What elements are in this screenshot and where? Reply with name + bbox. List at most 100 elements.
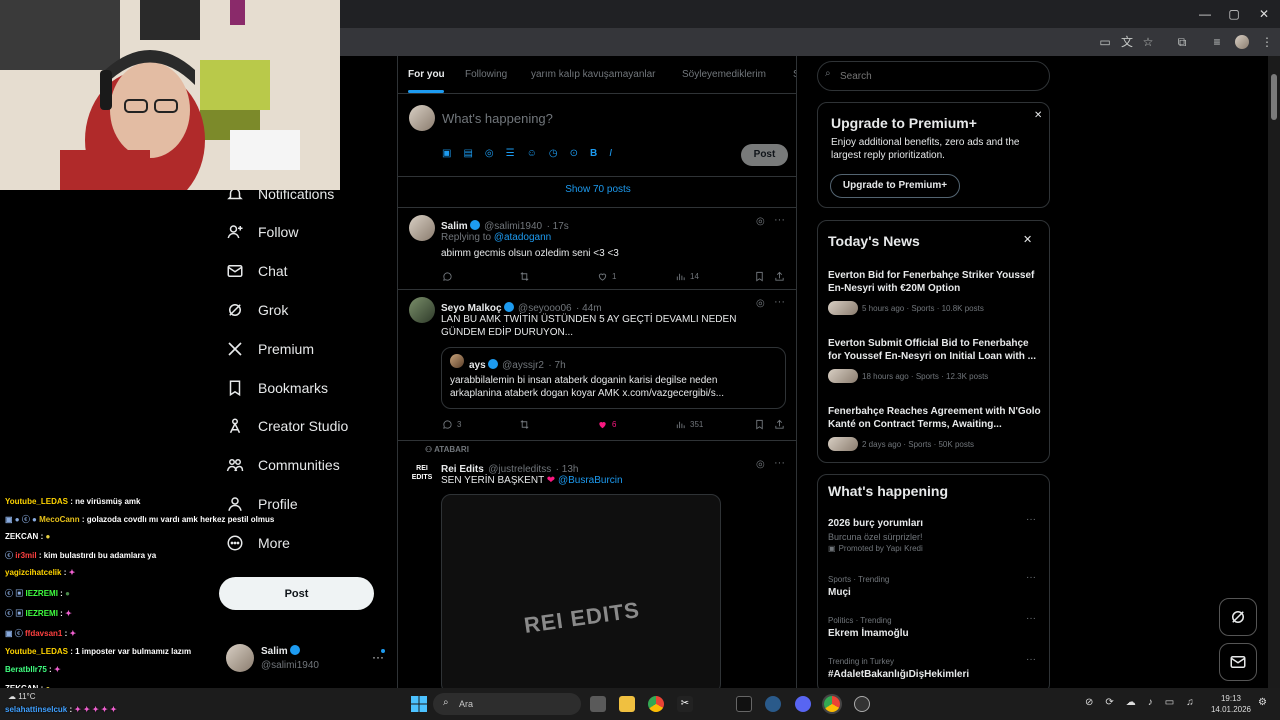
nav-follow[interactable]: Follow	[226, 217, 298, 247]
mention-link[interactable]: @BusraBurcin	[558, 475, 623, 486]
minimize-icon[interactable]: —	[1197, 6, 1213, 22]
tweet[interactable]: Seyo Malkoç @seyooo06 · 44m LAN BU AMK T…	[398, 290, 796, 440]
tab-following[interactable]: Following	[465, 69, 507, 80]
bold-icon[interactable]: B	[590, 148, 597, 159]
grok-analyze-icon[interactable]: ◎	[756, 216, 765, 227]
news-item[interactable]: Everton Submit Official Bid to Fenerbahç…	[828, 337, 1043, 383]
compose-post-button[interactable]: Post	[741, 144, 788, 166]
repost-button[interactable]	[519, 419, 530, 430]
schedule-icon[interactable]: ◷	[549, 148, 558, 159]
tab-for-you[interactable]: For you	[408, 69, 445, 80]
maximize-icon[interactable]: ▢	[1226, 6, 1242, 22]
close-icon[interactable]: ✕	[1034, 110, 1042, 121]
compose-input[interactable]: What's happening?	[442, 111, 553, 126]
messages-fab[interactable]	[1219, 643, 1257, 681]
weather-widget[interactable]: ☁ 11°C	[8, 692, 36, 701]
news-item[interactable]: Fenerbahçe Reaches Agreement with N'Golo…	[828, 405, 1043, 451]
profile-avatar-icon[interactable]	[1235, 35, 1249, 49]
settings-icon[interactable]	[854, 696, 870, 712]
more-icon[interactable]: ···	[1026, 572, 1036, 583]
scrollbar-thumb[interactable]	[1271, 74, 1277, 120]
cloud-icon[interactable]: ☁	[1126, 697, 1136, 708]
close-window-icon[interactable]: ✕	[1256, 6, 1272, 22]
windows-start-icon[interactable]	[411, 696, 427, 712]
post-button[interactable]: Post	[219, 577, 374, 610]
quote-tweet[interactable]: ays @ayssjr2 · 7h yarabbilalemin bi insa…	[441, 347, 786, 409]
menu-dots-icon[interactable]: ⋮	[1260, 35, 1274, 49]
notifications-icon[interactable]: ⚙	[1258, 697, 1267, 708]
gif-icon[interactable]: ▤	[463, 148, 472, 159]
page-scrollbar[interactable]	[1268, 56, 1280, 688]
grok-analyze-icon[interactable]: ◎	[756, 298, 765, 309]
tab-list-2[interactable]: Söyleyemediklerim	[682, 69, 766, 80]
volume-icon[interactable]: ♫	[1186, 697, 1194, 708]
location-icon[interactable]: ⊙	[570, 148, 578, 159]
bookmark-star-icon[interactable]: ☆	[1141, 35, 1155, 49]
reading-list-icon[interactable]: ≡	[1210, 35, 1224, 49]
like-button[interactable]: 6	[597, 419, 616, 430]
tab-list-1[interactable]: yarım kalıp kavuşamayanlar	[531, 69, 656, 80]
repost-button[interactable]	[519, 271, 530, 282]
trend-item[interactable]: Sports · Trending Muçi ···	[828, 572, 1043, 599]
task-view-icon[interactable]	[590, 696, 606, 712]
share-button[interactable]	[774, 419, 785, 430]
trend-item[interactable]: 2026 burç yorumları Burcuna özel sürpriz…	[828, 514, 1043, 553]
nav-bookmarks[interactable]: Bookmarks	[226, 373, 328, 403]
share-button[interactable]	[774, 271, 785, 282]
italic-icon[interactable]: I	[609, 148, 612, 159]
more-icon[interactable]: ···	[1026, 514, 1036, 525]
more-icon[interactable]: ···	[774, 214, 785, 226]
tab-list-3[interactable]: S	[793, 69, 796, 80]
bookmark-button[interactable]	[754, 419, 765, 430]
more-icon[interactable]: ···	[1026, 613, 1036, 624]
tweet[interactable]: Salim @salimi1940 · 17s Replying to @ata…	[398, 208, 796, 290]
file-explorer-icon[interactable]	[619, 696, 635, 712]
news-item[interactable]: Everton Bid for Fenerbahçe Striker Youss…	[828, 269, 1043, 315]
network-off-icon[interactable]: ⊘	[1085, 697, 1093, 708]
search-input[interactable]	[817, 61, 1050, 91]
display-icon[interactable]: ▭	[1165, 697, 1174, 708]
reply-button[interactable]: 3	[442, 419, 461, 430]
like-button[interactable]: 1	[597, 271, 616, 282]
obs-icon[interactable]	[736, 696, 752, 712]
taskbar-search[interactable]: Ara	[433, 693, 581, 715]
views-button[interactable]: 14	[675, 271, 699, 282]
nav-creator-studio[interactable]: Creator Studio	[226, 411, 348, 441]
nav-grok[interactable]: Grok	[226, 295, 288, 325]
nav-communities[interactable]: Communities	[226, 450, 340, 480]
tweet-media[interactable]: REI EDITS	[441, 494, 721, 688]
more-icon[interactable]: ···	[1026, 654, 1036, 665]
chrome-active-icon[interactable]	[824, 696, 840, 712]
emoji-icon[interactable]: ☺	[527, 148, 537, 159]
capcut-icon[interactable]: ✂	[677, 696, 693, 712]
grok-compose-icon[interactable]: ◎	[485, 148, 494, 159]
mention-link[interactable]: @atadogann	[494, 232, 551, 243]
grok-analyze-icon[interactable]: ◎	[756, 459, 765, 470]
extensions-icon[interactable]: ⧉	[1175, 35, 1189, 49]
upgrade-button[interactable]: Upgrade to Premium+	[830, 174, 960, 198]
mic-icon[interactable]: ♪	[1148, 697, 1153, 708]
discord-icon[interactable]	[795, 696, 811, 712]
close-icon[interactable]: ✕	[1023, 233, 1032, 246]
clock[interactable]: 19:13 14.01.2026	[1208, 693, 1254, 715]
nav-premium[interactable]: Premium	[226, 334, 314, 364]
more-icon[interactable]: ···	[774, 296, 785, 308]
views-button[interactable]: 351	[675, 419, 703, 430]
translate-icon[interactable]: 文	[1120, 35, 1134, 49]
nav-chat[interactable]: Chat	[226, 256, 288, 286]
trend-item[interactable]: Trending in Turkey #AdaletBakanlığıDişHe…	[828, 654, 1043, 681]
chrome-icon[interactable]	[648, 696, 664, 712]
poll-icon[interactable]: ☰	[506, 148, 515, 159]
install-app-icon[interactable]: ▭	[1098, 35, 1112, 49]
steam-icon[interactable]	[765, 696, 781, 712]
show-new-posts[interactable]: Show 70 posts	[398, 184, 796, 195]
tweet[interactable]: ⚇ ATABARI REI EDITS Rei Edits @justreled…	[398, 441, 796, 688]
reply-button[interactable]	[442, 271, 453, 282]
more-icon[interactable]: ···	[774, 457, 785, 469]
nav-more[interactable]: More	[226, 528, 290, 558]
sync-icon[interactable]: ⟳	[1105, 697, 1113, 708]
trend-item[interactable]: Politics · Trending Ekrem İmamoğlu ···	[828, 613, 1043, 640]
bookmark-button[interactable]	[754, 271, 765, 282]
image-icon[interactable]: ▣	[442, 148, 451, 159]
account-switcher[interactable]: Salim @salimi1940 ···	[226, 642, 386, 678]
